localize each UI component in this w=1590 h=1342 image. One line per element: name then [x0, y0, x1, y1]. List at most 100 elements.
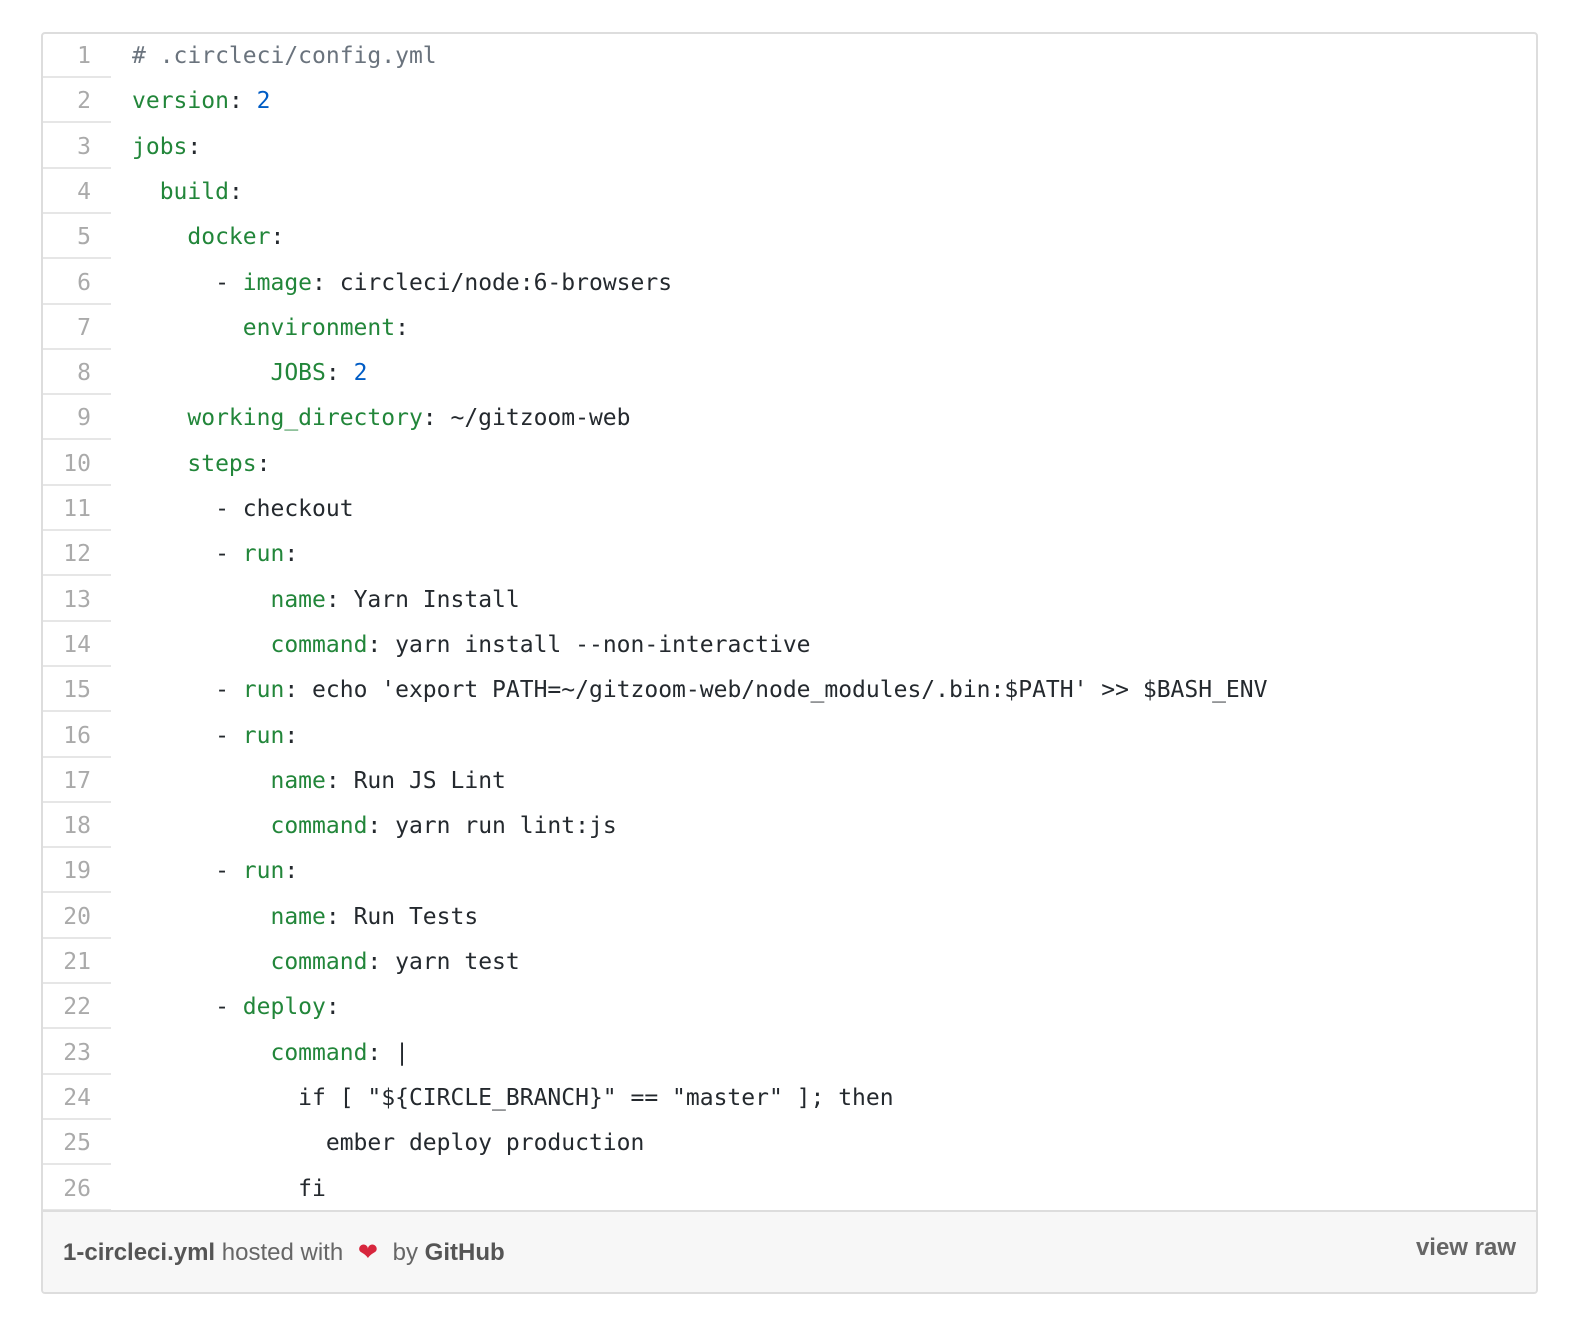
- github-link[interactable]: GitHub: [425, 1239, 505, 1266]
- line-number[interactable]: 19: [43, 849, 111, 894]
- yaml-key: steps: [187, 450, 257, 477]
- code-token: -: [132, 994, 243, 1021]
- line-number[interactable]: 4: [43, 170, 111, 214]
- line-number[interactable]: 15: [43, 668, 111, 713]
- line-number[interactable]: 8: [43, 351, 111, 396]
- code-token: : yarn test: [367, 949, 520, 975]
- code-token: :: [284, 722, 299, 749]
- code-line: 12 - run:: [43, 532, 1536, 577]
- code-line: 1 # .circleci/config.yml: [43, 34, 1536, 79]
- code-line-text: - run:: [132, 714, 298, 758]
- line-number[interactable]: 10: [43, 442, 111, 486]
- yaml-key: JOBS: [270, 360, 326, 387]
- code-token: :: [228, 88, 257, 115]
- gist-footer: 1-circleci.yml hosted with ❤ by GitHub v…: [43, 1210, 1536, 1292]
- code-line: 6 - image: circleci/node:6-browsers: [43, 261, 1536, 306]
- yaml-key: run: [242, 541, 285, 568]
- code-line: 16 - run:: [43, 714, 1536, 759]
- gist-meta: 1-circleci.yml hosted with ❤ by GitHub: [63, 1238, 505, 1267]
- yaml-key: name: [270, 586, 326, 613]
- yaml-key: jobs: [132, 133, 188, 160]
- yaml-key: image: [242, 269, 313, 296]
- code-token: : yarn run lint:js: [367, 813, 617, 840]
- line-number[interactable]: 20: [43, 895, 111, 939]
- line-number[interactable]: 6: [43, 261, 111, 305]
- by-text: by: [392, 1239, 418, 1266]
- code-line: 25 ember deploy production: [43, 1121, 1536, 1166]
- code-token: - checkout: [132, 496, 354, 522]
- code-block: 1 # .circleci/config.yml 2 version: 2 3 jobs:…: [43, 34, 1536, 1214]
- line-number[interactable]: 24: [43, 1076, 111, 1120]
- line-number[interactable]: 21: [43, 940, 111, 984]
- code-token: : ~/gitzoom-web: [422, 405, 631, 432]
- code-token: :: [284, 858, 299, 885]
- line-number[interactable]: 9: [43, 396, 111, 441]
- yaml-key: environment: [242, 314, 396, 341]
- line-number[interactable]: 26: [43, 1167, 111, 1211]
- line-number[interactable]: 3: [43, 125, 111, 169]
- yaml-key: run: [242, 677, 285, 704]
- code-token: -: [132, 858, 243, 885]
- code-line: 24 if [ "${CIRCLE_BRANCH}" == "master" ]…: [43, 1076, 1536, 1121]
- code-line: 7 environment:: [43, 306, 1536, 351]
- code-token: :: [187, 133, 202, 160]
- code-token: -: [132, 541, 243, 568]
- code-token: :: [325, 994, 340, 1021]
- line-number[interactable]: 22: [43, 985, 111, 1030]
- line-number[interactable]: 14: [43, 623, 111, 667]
- yaml-key: docker: [187, 224, 271, 251]
- code-line: 11 - checkout: [43, 487, 1536, 532]
- code-token: : Run JS Lint: [325, 767, 506, 794]
- code-line: 23 command: |: [43, 1031, 1536, 1076]
- code-line-text: - run:: [132, 849, 298, 893]
- code-line-text: - run:: [132, 532, 298, 576]
- line-number[interactable]: 17: [43, 759, 111, 803]
- line-number[interactable]: 12: [43, 532, 111, 577]
- line-number[interactable]: 18: [43, 804, 111, 849]
- line-number[interactable]: 5: [43, 215, 111, 260]
- code-line-text: steps:: [132, 442, 270, 486]
- code-line: 9 working_directory: ~/gitzoom-web: [43, 396, 1536, 441]
- line-number[interactable]: 16: [43, 714, 111, 758]
- code-line-text: ember deploy production: [132, 1121, 645, 1165]
- code-token: -: [132, 722, 243, 749]
- yaml-key: command: [270, 1039, 368, 1066]
- yaml-number: 2: [256, 88, 271, 115]
- line-number[interactable]: 7: [43, 306, 111, 350]
- code-line-text: jobs:: [132, 125, 201, 169]
- line-number[interactable]: 1: [43, 34, 111, 78]
- code-line-text: command: |: [132, 1031, 408, 1075]
- code-line-text: docker:: [132, 215, 284, 259]
- code-line-text: fi: [132, 1167, 326, 1211]
- code-line: 15 - run: echo 'export PATH=~/gitzoom-we…: [43, 668, 1536, 713]
- yaml-key: build: [159, 178, 229, 205]
- code-token: if [ "${CIRCLE_BRANCH}" == "master" ]; t…: [132, 1084, 894, 1111]
- code-line: 26 fi: [43, 1167, 1536, 1212]
- yaml-key: name: [270, 903, 326, 930]
- code-line-text: version: 2: [132, 79, 271, 123]
- view-raw-link[interactable]: view raw: [1416, 1234, 1516, 1262]
- line-number[interactable]: 23: [43, 1031, 111, 1075]
- code-line-text: name: Run Tests: [132, 895, 478, 939]
- code-line-text: command: yarn install --non-interactive: [132, 623, 810, 667]
- code-line: 10 steps:: [43, 442, 1536, 487]
- yaml-key: version: [132, 88, 229, 115]
- code-line: 8 JOBS: 2: [43, 351, 1536, 396]
- code-comment: # .circleci/config.yml: [132, 43, 437, 69]
- line-number[interactable]: 13: [43, 578, 111, 622]
- code-line: 3 jobs:: [43, 125, 1536, 170]
- code-token: :: [270, 224, 285, 251]
- line-number[interactable]: 11: [43, 487, 111, 531]
- gist-filename-link[interactable]: 1-circleci.yml: [63, 1239, 215, 1266]
- line-number[interactable]: 2: [43, 79, 111, 124]
- line-number[interactable]: 25: [43, 1121, 111, 1166]
- code-line-text: name: Yarn Install: [132, 578, 519, 622]
- code-line-text: - image: circleci/node:6-browsers: [132, 261, 672, 305]
